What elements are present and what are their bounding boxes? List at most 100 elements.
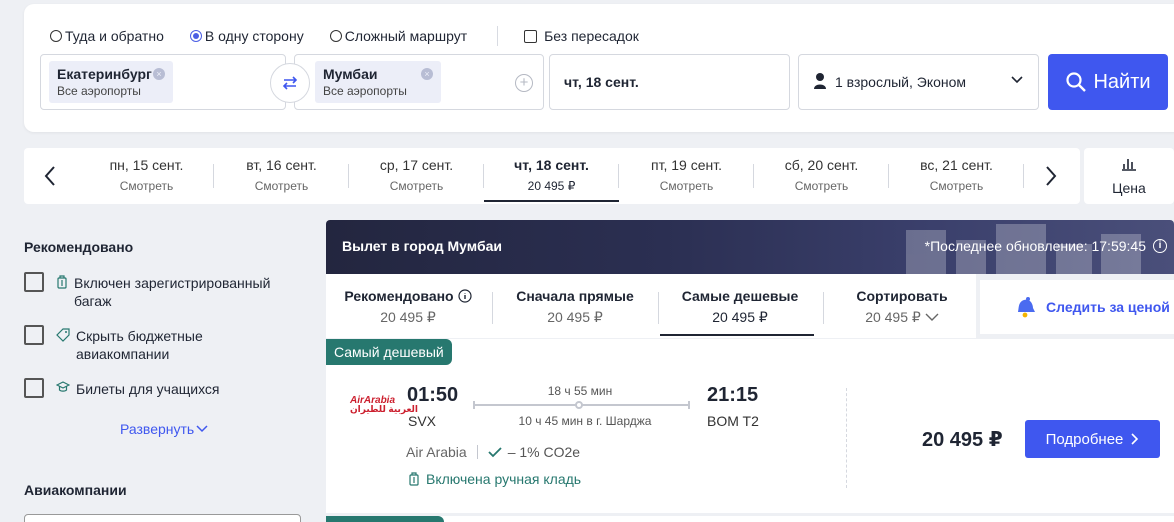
- date-option[interactable]: пн, 15 сент. Смотреть: [79, 148, 214, 204]
- expand-label: Развернуть: [120, 421, 195, 437]
- date-field[interactable]: чт, 18 сент.: [549, 54, 790, 110]
- date-value: чт, 18 сент.: [564, 74, 639, 90]
- checkbox-label: Без пересадок: [544, 28, 639, 44]
- sort-label: Сначала прямые: [516, 288, 634, 304]
- airline-search-input[interactable]: [24, 514, 301, 522]
- date-label: сб, 20 сент.: [784, 157, 859, 173]
- sort-direct-first[interactable]: Сначала прямые 20 495 ₽: [493, 288, 657, 326]
- passengers-field[interactable]: 1 взрослый, Эконом: [798, 54, 1039, 110]
- price-chart-button[interactable]: Цена: [1084, 148, 1174, 204]
- radio-complex-route[interactable]: Сложный маршрут: [329, 28, 468, 44]
- date-price: Смотреть: [254, 179, 309, 193]
- recommended-title: Рекомендовано: [24, 239, 134, 255]
- divider: [497, 26, 499, 46]
- date-label: вс, 21 сент.: [920, 157, 993, 173]
- bell-icon: [1018, 297, 1035, 318]
- filter-label: Включен зарегистрированный багаж: [74, 275, 271, 309]
- prev-dates-button[interactable]: [40, 162, 60, 190]
- date-option-selected[interactable]: чт, 18 сент. 20 495 ₽: [484, 148, 619, 204]
- sort-price: 20 495 ₽: [380, 309, 436, 325]
- date-price: Смотреть: [794, 179, 849, 193]
- arrive-airport: BOM T2: [707, 413, 759, 429]
- date-option[interactable]: вт, 16 сент. Смотреть: [214, 148, 349, 204]
- date-option[interactable]: вс, 21 сент. Смотреть: [889, 148, 1024, 204]
- origin-chip: Екатеринбург Все аэропорты ×: [49, 61, 173, 103]
- sort-price: 20 495 ₽: [865, 309, 921, 325]
- bar-chart-icon: [1122, 159, 1136, 171]
- divider: [476, 445, 478, 459]
- price-chart-label: Цена: [1112, 180, 1146, 196]
- results-banner: Вылет в город Мумбаи *Последнее обновлен…: [326, 220, 1174, 274]
- details-button[interactable]: Подробнее: [1025, 420, 1160, 458]
- filter-label: Билеты для учащихся: [76, 381, 220, 397]
- radio-dot: [50, 30, 62, 42]
- date-option[interactable]: сб, 20 сент. Смотреть: [754, 148, 889, 204]
- flight-duration: 18 ч 55 мин: [547, 384, 613, 398]
- radio-dot: [329, 30, 342, 42]
- origin-city: Екатеринбург: [57, 66, 152, 82]
- filter-hide-budget[interactable]: Скрыть бюджетные авиакомпании: [24, 325, 294, 363]
- last-update-text: *Последнее обновление: 17:59:45: [924, 238, 1146, 254]
- sort-label: Сортировать: [856, 288, 948, 304]
- graduation-cap-icon: [56, 381, 70, 392]
- sort-recommended[interactable]: Рекомендовано 20 495 ₽: [326, 288, 490, 326]
- date-option[interactable]: ср, 17 сент. Смотреть: [349, 148, 484, 204]
- date-label: чт, 18 сент.: [514, 157, 589, 173]
- airline-info: Air Arabia – 1% CO2e: [406, 444, 580, 460]
- flight-card[interactable]: [326, 516, 1174, 522]
- luggage-icon: [57, 275, 67, 289]
- date-price: Смотреть: [389, 179, 444, 193]
- expand-filters-link[interactable]: Развернуть: [120, 421, 208, 437]
- clear-origin-icon[interactable]: ×: [153, 68, 165, 80]
- sort-price: 20 495 ₽: [547, 309, 603, 325]
- swap-cities-button[interactable]: [270, 63, 310, 103]
- clear-destination-icon[interactable]: ×: [421, 68, 433, 80]
- sort-dropdown[interactable]: Сортировать 20 495 ₽: [820, 288, 984, 326]
- search-icon: [1066, 72, 1087, 92]
- add-destination-icon[interactable]: +: [515, 74, 533, 92]
- radio-round-trip[interactable]: Туда и обратно: [50, 28, 164, 44]
- info-icon: [458, 289, 472, 303]
- next-dates-button[interactable]: [1041, 162, 1061, 190]
- radio-label: В одну сторону: [204, 28, 304, 44]
- airline-name: Air Arabia: [406, 444, 467, 460]
- filter-baggage[interactable]: Включен зарегистрированный багаж: [24, 272, 294, 310]
- chevron-down-icon: [925, 313, 939, 321]
- co2-text: – 1% CO2e: [507, 444, 581, 460]
- checkbox-box[interactable]: [24, 272, 44, 292]
- date-label: ср, 17 сент.: [379, 157, 454, 173]
- arrive-time: 21:15: [707, 384, 759, 406]
- date-price: 20 495 ₽: [527, 179, 576, 193]
- date-price: Смотреть: [659, 179, 714, 193]
- origin-airports: Все аэропорты: [57, 84, 141, 98]
- sort-price: 20 495 ₽: [712, 309, 768, 325]
- checkbox-box[interactable]: [24, 325, 44, 345]
- search-button[interactable]: Найти: [1048, 54, 1168, 110]
- info-icon[interactable]: i: [1153, 239, 1167, 253]
- depart-time: 01:50: [407, 384, 459, 406]
- date-strip: пн, 15 сент. Смотреть вт, 16 сент. Смотрет…: [24, 148, 1080, 204]
- filter-students[interactable]: Билеты для учащихся: [24, 378, 294, 398]
- baggage-text: Включена ручная кладь: [426, 471, 582, 487]
- baggage-info: Включена ручная кладь: [408, 471, 581, 487]
- destination-field[interactable]: Мумбаи Все аэропорты × +: [294, 54, 544, 110]
- luggage-icon: [409, 472, 419, 486]
- divider: [1023, 164, 1024, 188]
- sort-label: Рекомендовано: [344, 288, 454, 304]
- layover-text: 10 ч 45 мин в г. Шарджа: [518, 414, 652, 428]
- radio-label: Сложный маршрут: [344, 28, 468, 44]
- person-icon: [814, 73, 826, 89]
- origin-field[interactable]: Екатеринбург Все аэропорты ×: [40, 54, 286, 110]
- date-price: Смотреть: [119, 179, 174, 193]
- destination-airports: Все аэропорты: [323, 84, 407, 98]
- date-price: Смотреть: [929, 179, 984, 193]
- sort-cheapest[interactable]: Самые дешевые 20 495 ₽: [658, 288, 822, 336]
- radio-one-way[interactable]: В одну сторону: [189, 28, 304, 44]
- date-option[interactable]: пт, 19 сент. Смотреть: [619, 148, 754, 204]
- watch-price-button[interactable]: Следить за ценой: [980, 280, 1174, 334]
- checkmark-icon: [488, 447, 502, 458]
- direct-only-checkbox[interactable]: Без пересадок: [524, 28, 639, 44]
- checkbox-box[interactable]: [24, 378, 44, 398]
- chevron-right-icon: [1046, 166, 1057, 186]
- sort-bar: Рекомендовано 20 495 ₽ Сначала прямые 20…: [326, 274, 976, 338]
